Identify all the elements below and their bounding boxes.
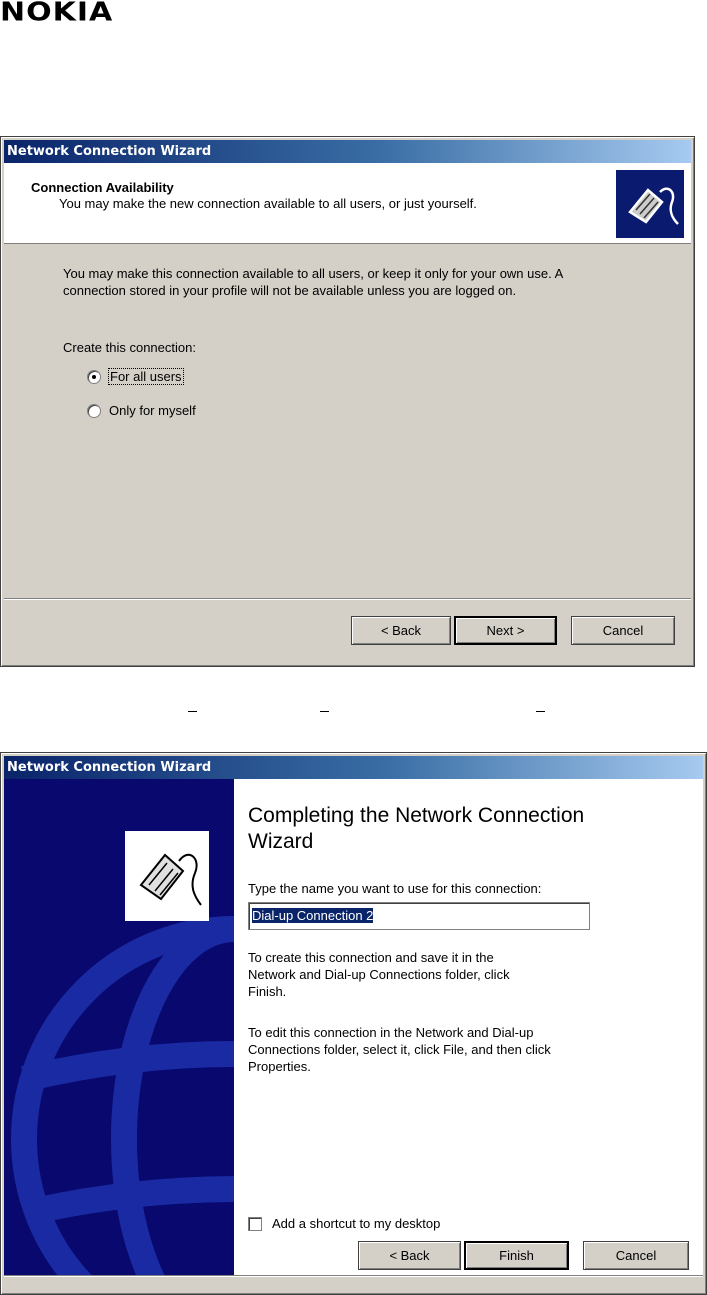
connection-name-input[interactable]: Dial-up Connection 2 [248, 902, 590, 930]
availability-description: You may make this connection available t… [63, 265, 563, 299]
dialog-titlebar[interactable]: Network Connection Wizard [4, 140, 691, 163]
next-button[interactable]: Next > [454, 616, 557, 645]
connection-name-prompt: Type the name you want to use for this c… [248, 881, 542, 896]
save-line: Finish. [248, 984, 287, 999]
wizard-completion-panel: Completing the Network Connection Wizard… [234, 779, 703, 1275]
description-line: connection stored in your profile will n… [63, 283, 517, 298]
separator-mark [320, 711, 329, 712]
cancel-button[interactable]: Cancel [571, 616, 675, 645]
create-connection-label: Create this connection: [63, 340, 196, 355]
save-line: Network and Dial-up Connections folder, … [248, 967, 510, 982]
save-line: To create this connection and save it in… [248, 950, 494, 965]
radio-indicator[interactable] [87, 403, 101, 418]
edit-line: To edit this connection in the Network a… [248, 1025, 534, 1040]
completion-heading-line: Wizard [248, 830, 314, 853]
shortcut-checkbox[interactable] [248, 1216, 262, 1231]
back-button[interactable]: < Back [351, 616, 451, 645]
dialog-titlebar[interactable]: Network Connection Wizard [4, 756, 703, 779]
network-plug-icon [616, 170, 684, 238]
separator-mark [536, 711, 545, 712]
cancel-button[interactable]: Cancel [583, 1241, 689, 1270]
completion-heading: Completing the Network Connection Wizard [248, 803, 668, 855]
shortcut-label: Add a shortcut to my desktop [272, 1216, 441, 1231]
edit-line: Properties. [248, 1059, 311, 1074]
nokia-logo: NOKIA [0, 0, 114, 28]
radio-for-all-users[interactable]: For all users [87, 368, 184, 385]
edit-line: Connections folder, select it, click Fil… [248, 1042, 551, 1057]
radio-label: For all users [108, 368, 184, 385]
wizard-globe-panel [4, 779, 234, 1275]
network-plug-icon [125, 831, 209, 921]
separator-mark [188, 711, 197, 712]
radio-only-for-myself[interactable]: Only for myself [87, 403, 196, 418]
wizard-header: Connection Availability You may make the… [4, 163, 691, 244]
header-subtitle: You may make the new connection availabl… [59, 196, 477, 211]
edit-instructions: To edit this connection in the Network a… [248, 1024, 551, 1075]
description-line: You may make this connection available t… [63, 266, 564, 281]
button-divider [4, 1275, 703, 1277]
completing-wizard-dialog: Network Connection Wizard Completing the… [0, 752, 707, 1295]
connection-name-value: Dial-up Connection 2 [252, 908, 374, 923]
radio-selected-indicator[interactable] [87, 369, 101, 384]
header-title: Connection Availability [31, 180, 174, 195]
button-divider [4, 598, 691, 600]
finish-button[interactable]: Finish [464, 1241, 569, 1270]
back-button[interactable]: < Back [358, 1241, 461, 1270]
save-instructions: To create this connection and save it in… [248, 949, 510, 1000]
connection-availability-dialog: Network Connection Wizard Connection Ava… [0, 136, 695, 667]
completion-heading-line: Completing the Network Connection [248, 804, 585, 827]
radio-label: Only for myself [109, 403, 196, 418]
shortcut-checkbox-row[interactable]: Add a shortcut to my desktop [248, 1216, 440, 1231]
